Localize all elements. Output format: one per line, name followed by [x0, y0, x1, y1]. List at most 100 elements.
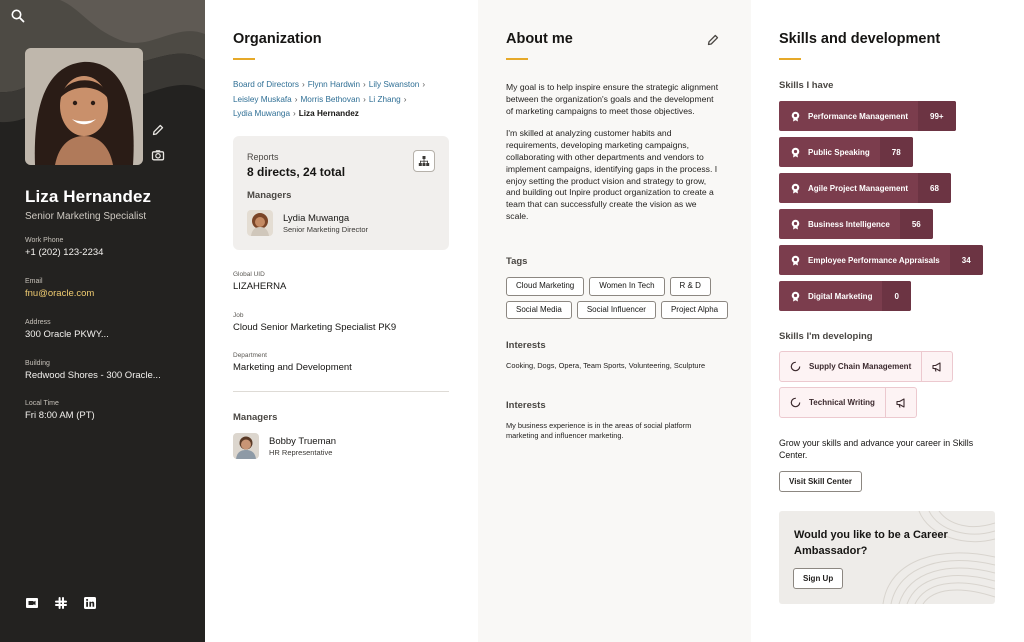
- skill-pill[interactable]: Digital Marketing 0: [779, 281, 911, 311]
- megaphone-icon[interactable]: [884, 388, 916, 417]
- progress-ring-icon: [790, 361, 801, 372]
- field-label: Global UID: [233, 271, 265, 278]
- section-title: About me: [506, 31, 573, 47]
- endorsement-count: 78: [879, 137, 913, 167]
- title-underline: [233, 58, 255, 60]
- field-label: Job: [233, 312, 244, 319]
- avatar: [247, 210, 273, 236]
- linkedin-icon[interactable]: [83, 596, 97, 610]
- skill-name: Technical Writing: [809, 398, 875, 407]
- breadcrumb-link[interactable]: Li Zhang: [369, 95, 401, 104]
- managers-title: Managers: [233, 412, 278, 423]
- manager-role: HR Representative: [269, 447, 333, 457]
- work-phone-field: Work Phone +1 (202) 123-2234: [25, 237, 103, 258]
- pencil-icon[interactable]: [151, 123, 165, 137]
- skills-have-title: Skills I have: [779, 80, 834, 91]
- breadcrumb-current: Liza Hernandez: [298, 109, 359, 118]
- skill-badge-icon: [791, 255, 800, 265]
- breadcrumb-separator: ›: [422, 80, 426, 89]
- skill-name: Employee Performance Appraisals: [808, 255, 940, 265]
- skills-center-promo: Grow your skills and advance your career…: [779, 438, 974, 460]
- skill-name: Public Speaking: [808, 147, 870, 157]
- local-time-value: Fri 8:00 AM (PT): [25, 410, 95, 421]
- progress-ring-icon: [790, 397, 801, 408]
- endorsement-count: 56: [899, 209, 933, 239]
- skill-pill[interactable]: Business Intelligence 56: [779, 209, 933, 239]
- about-paragraph: My goal is to help inspire ensure the st…: [506, 82, 719, 116]
- skill-pill[interactable]: Agile Project Management 68: [779, 173, 951, 203]
- manager-card-lydia[interactable]: Lydia Muwanga Senior Marketing Director: [247, 210, 368, 236]
- skill-name: Business Intelligence: [808, 219, 890, 229]
- skill-pill[interactable]: Performance Management 99+: [779, 101, 956, 131]
- building-field: Building Redwood Shores - 300 Oracle...: [25, 360, 161, 381]
- megaphone-icon[interactable]: [921, 352, 952, 381]
- ambassador-title: Would you like to be a Career Ambassador…: [794, 529, 948, 557]
- skill-badge-icon: [791, 147, 800, 157]
- email-link[interactable]: fnu@oracle.com: [25, 288, 94, 299]
- tag-chip[interactable]: Project Alpha: [660, 300, 729, 319]
- reports-label: Reports: [247, 152, 279, 162]
- managers-label: Managers: [247, 190, 292, 201]
- search-icon[interactable]: [10, 8, 26, 24]
- profile-name: Liza Hernandez: [25, 187, 152, 206]
- sign-up-button[interactable]: Sign Up: [793, 568, 844, 589]
- email-field: Email fnu@oracle.com: [25, 278, 94, 299]
- developing-skill-pill[interactable]: Supply Chain Management: [779, 351, 954, 382]
- profile-job-title: Senior Marketing Specialist: [25, 211, 147, 222]
- breadcrumb-separator: ›: [363, 94, 366, 104]
- developing-skill-pill[interactable]: Technical Writing: [779, 387, 917, 418]
- skill-pill[interactable]: Public Speaking 78: [779, 137, 913, 167]
- tags-title: Tags: [506, 256, 528, 267]
- profile-panel: Liza Hernandez Senior Marketing Speciali…: [0, 0, 205, 642]
- org-chart-button[interactable]: [413, 150, 435, 172]
- tag-chip[interactable]: Social Media: [506, 300, 572, 319]
- reports-card: Reports 8 directs, 24 total Managers Lyd…: [233, 136, 449, 250]
- breadcrumb-link[interactable]: Leisley Muskafa: [233, 95, 292, 104]
- breadcrumb-link[interactable]: Lily Swanston: [369, 80, 420, 89]
- manager-name: Bobby Trueman: [269, 435, 337, 447]
- skill-name: Digital Marketing: [808, 291, 873, 301]
- about-paragraph: I'm skilled at analyzing customer habits…: [506, 128, 718, 221]
- interests-title: Interests: [506, 400, 546, 411]
- slack-icon[interactable]: [54, 596, 68, 610]
- breadcrumb-link[interactable]: Morris Bethovan: [300, 95, 360, 104]
- visit-skill-center-button[interactable]: Visit Skill Center: [779, 471, 862, 492]
- tag-chip[interactable]: Cloud Marketing: [506, 277, 585, 296]
- career-ambassador-card: Would you like to be a Career Ambassador…: [779, 511, 995, 604]
- skill-badge-icon: [791, 183, 800, 193]
- title-underline: [779, 58, 801, 60]
- manager-card-bobby[interactable]: Bobby Trueman HR Representative: [233, 433, 336, 459]
- title-underline: [506, 58, 528, 60]
- tag-chip[interactable]: Women In Tech: [589, 277, 665, 296]
- breadcrumb-link[interactable]: Board of Directors: [233, 80, 299, 89]
- breadcrumb-link[interactable]: Lydia Muwanga: [233, 109, 290, 118]
- job-field: Job Cloud Senior Marketing Specialist PK…: [233, 312, 396, 333]
- breadcrumb-link[interactable]: Flynn Hardwin: [308, 80, 360, 89]
- skill-pill[interactable]: Employee Performance Appraisals 34: [779, 245, 983, 275]
- endorsement-count: 99+: [918, 101, 956, 131]
- video-chat-icon[interactable]: [25, 596, 39, 610]
- section-title: Skills and development: [779, 31, 941, 47]
- skill-name: Agile Project Management: [808, 183, 909, 193]
- section-title: Organization: [233, 31, 322, 47]
- tag-chip[interactable]: R & D: [669, 277, 711, 296]
- camera-icon[interactable]: [151, 148, 165, 162]
- divider: [233, 391, 449, 392]
- interests-text: Cooking, Dogs, Opera, Team Sports, Volun…: [506, 361, 706, 370]
- avatar: [25, 48, 143, 165]
- tag-chip[interactable]: Social Influencer: [576, 300, 656, 319]
- social-links: [25, 596, 97, 610]
- endorsement-count: 68: [918, 173, 951, 203]
- breadcrumb-separator: ›: [363, 80, 366, 89]
- manager-role: Senior Marketing Director: [283, 224, 369, 234]
- about-description: My goal is to help inspire ensure the st…: [506, 82, 721, 234]
- tag-list: Cloud Marketing Women In Tech R & D Soci…: [506, 277, 741, 319]
- global-uid-value: LIZAHERNA: [233, 281, 287, 292]
- reports-count: 8 directs, 24 total: [247, 165, 346, 179]
- building-value: Redwood Shores - 300 Oracle...: [25, 370, 161, 381]
- breadcrumb-separator: ›: [301, 80, 305, 89]
- skill-badge-icon: [791, 291, 800, 301]
- field-label: Building: [25, 360, 50, 367]
- pencil-icon[interactable]: [706, 33, 720, 47]
- field-label: Local Time: [25, 400, 59, 407]
